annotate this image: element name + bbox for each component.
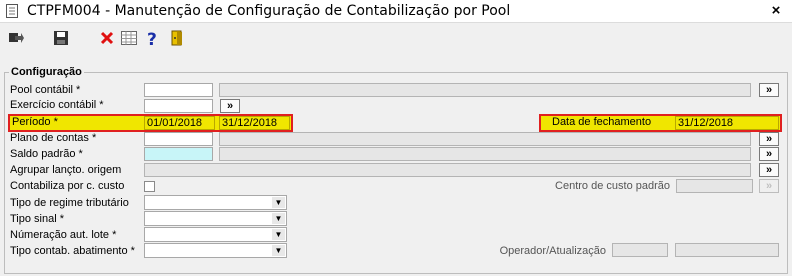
close-button[interactable]: ×	[764, 1, 788, 21]
plano-contas-input[interactable]	[144, 132, 213, 146]
saldo-padrao-lookup-button[interactable]: »	[759, 147, 779, 161]
agrupar-label: Agrupar lançto. origem	[10, 164, 122, 176]
delete-icon[interactable]	[98, 29, 116, 47]
saldo-padrao-description	[219, 147, 751, 161]
exercicio-lookup-button[interactable]: »	[220, 99, 240, 113]
pool-contabil-label: Pool contábil *	[10, 84, 81, 96]
periodo-end-input[interactable]: 31/12/2018	[219, 116, 290, 130]
toolbar: ?	[0, 23, 792, 53]
agrupar-input	[144, 163, 751, 177]
data-fechamento-input[interactable]: 31/12/2018	[675, 116, 779, 130]
sinal-label: Tipo sinal *	[10, 213, 65, 225]
operador-label: Operador/Atualização	[499, 245, 606, 257]
numeracao-label: Númeração aut. lote *	[10, 229, 117, 241]
exit-icon[interactable]	[7, 29, 25, 47]
regime-select[interactable]: ▼	[144, 195, 287, 210]
operador-input	[612, 243, 668, 257]
plano-contas-description	[219, 132, 751, 146]
window: CTPFM004 - Manutenção de Configuração de…	[0, 0, 792, 276]
save-icon[interactable]	[52, 29, 70, 47]
window-title: CTPFM004 - Manutenção de Configuração de…	[27, 3, 511, 19]
numeracao-select[interactable]: ▼	[144, 227, 287, 242]
chevron-down-icon: ▼	[272, 197, 285, 208]
data-fechamento-label: Data de fechamento	[552, 116, 652, 128]
help-icon[interactable]: ?	[143, 29, 161, 47]
group-title: Configuração	[9, 66, 84, 78]
grid-icon[interactable]	[120, 29, 138, 47]
pool-contabil-input[interactable]	[144, 83, 213, 97]
contabiliza-checkbox[interactable]	[144, 181, 155, 192]
saldo-padrao-input[interactable]	[144, 147, 213, 161]
chevron-down-icon: ▼	[272, 245, 285, 256]
chevron-down-icon: ▼	[272, 213, 285, 224]
plano-contas-lookup-button[interactable]: »	[759, 132, 779, 146]
centro-custo-label: Centro de custo padrão	[555, 180, 670, 192]
svg-text:?: ?	[147, 30, 157, 47]
exercicio-input[interactable]	[144, 99, 213, 113]
centro-custo-lookup-button[interactable]: »	[759, 179, 779, 193]
pool-contabil-lookup-button[interactable]: »	[759, 83, 779, 97]
abatimento-label: Tipo contab. abatimento *	[10, 245, 135, 257]
centro-custo-input	[676, 179, 753, 193]
document-icon	[6, 4, 18, 18]
periodo-label: Período *	[12, 116, 58, 128]
sinal-select[interactable]: ▼	[144, 211, 287, 226]
periodo-start-input[interactable]: 01/01/2018	[144, 116, 215, 130]
pool-contabil-description	[219, 83, 751, 97]
plano-contas-label: Plano de contas *	[10, 132, 97, 144]
agrupar-lookup-button[interactable]: »	[759, 163, 779, 177]
regime-label: Tipo de regime tributário	[10, 197, 129, 209]
exercicio-label: Exercício contábil *	[10, 99, 104, 111]
abatimento-select[interactable]: ▼	[144, 243, 287, 258]
saldo-padrao-label: Saldo padrão *	[10, 148, 83, 160]
door-icon[interactable]	[168, 29, 186, 47]
contabiliza-label: Contabiliza por c. custo	[10, 180, 125, 192]
title-bar: CTPFM004 - Manutenção de Configuração de…	[0, 0, 792, 23]
atualizacao-input	[675, 243, 779, 257]
chevron-down-icon: ▼	[272, 229, 285, 240]
